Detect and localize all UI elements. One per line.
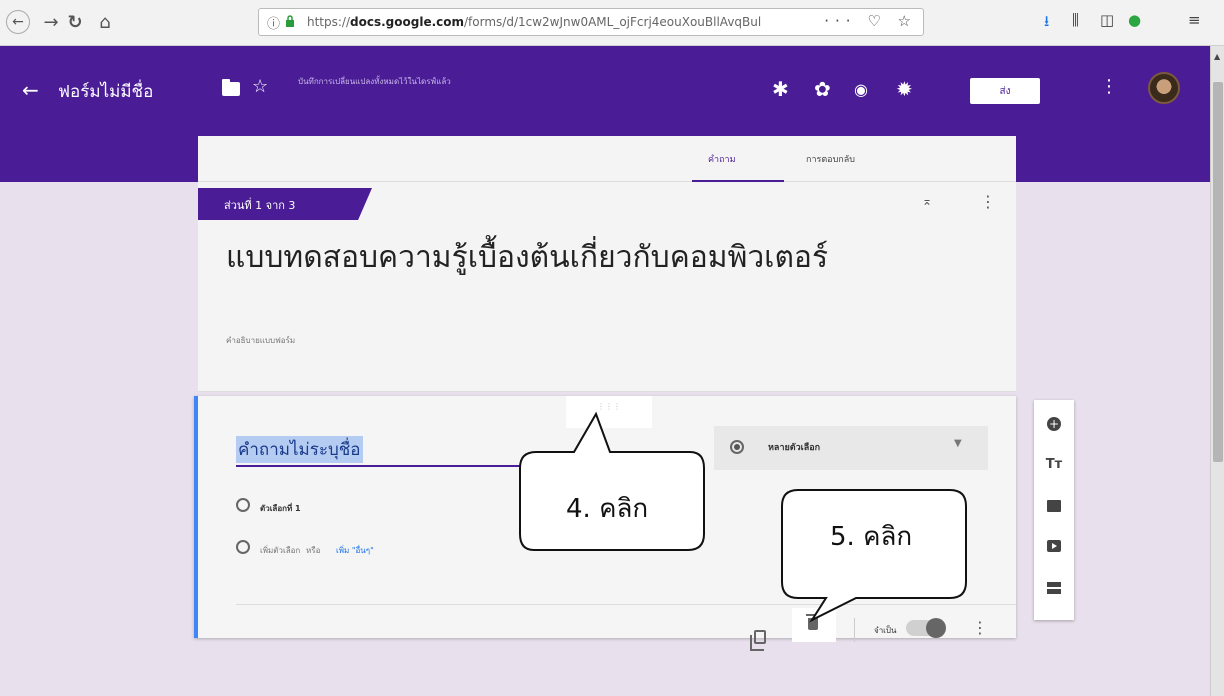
collapse-icon[interactable]: ⌅ — [922, 194, 932, 208]
radio-type-icon — [730, 440, 744, 454]
menu-icon[interactable]: ≡ — [1188, 11, 1201, 29]
or-text: หรือ — [306, 546, 321, 555]
preview-eye-icon[interactable]: ◉ — [854, 80, 868, 99]
download-icon[interactable]: ⭳ — [1044, 11, 1049, 36]
required-label: จำเป็น — [874, 626, 897, 635]
dropdown-caret-icon: ▼ — [954, 438, 962, 449]
question-type-dropdown[interactable]: หลายตัวเลือก ▼ — [714, 426, 988, 470]
back-arrow-icon[interactable]: ← — [6, 10, 30, 34]
duplicate-icon[interactable] — [750, 630, 766, 651]
star-icon[interactable]: ☆ — [252, 76, 268, 97]
add-section-icon[interactable] — [1042, 576, 1066, 600]
more-vert-icon[interactable]: ⋮ — [980, 192, 996, 211]
more-vert-icon[interactable]: ⋮ — [972, 618, 988, 637]
radio-icon — [236, 498, 250, 512]
browser-toolbar: ← → ↻ ⌂ ⓘ https://docs.google.com/forms/… — [0, 0, 1224, 46]
add-other-link[interactable]: เพิ่ม "อื่นๆ" — [336, 544, 374, 557]
tab-responses[interactable]: การตอบกลับ — [806, 152, 855, 166]
add-title-icon[interactable]: Tт — [1042, 452, 1066, 476]
url-text: https://docs.google.com/forms/d/1cw2wJnw… — [307, 15, 762, 29]
avatar[interactable] — [1148, 72, 1180, 104]
form-title[interactable]: แบบทดสอบความรู้เบื้องต้นเกี่ยวกับคอมพิวเ… — [226, 234, 828, 281]
add-image-icon[interactable] — [1042, 494, 1066, 518]
lock-icon — [286, 15, 294, 27]
question-title-input[interactable]: คำถามไม่ระบุชื่อ — [236, 436, 363, 463]
addon-puzzle-icon[interactable]: ✱ — [772, 77, 789, 101]
info-icon[interactable]: ⓘ — [267, 13, 280, 32]
form-header-card: ส่วนที่ 1 จาก 3 ⌅ ⋮ แบบทดสอบความรู้เบื้อ… — [198, 182, 1016, 392]
forward-arrow-icon[interactable]: → — [38, 9, 64, 35]
add-option-link[interactable]: เพิ่มตัวเลือก — [260, 544, 300, 557]
scroll-thumb[interactable] — [1213, 82, 1223, 462]
library-icon[interactable]: ⫼ — [1072, 11, 1079, 29]
tabs-bar: คำถาม การตอบกลับ — [198, 136, 1016, 182]
save-status: บันทึกการเปลี่ยนแปลงทั้งหมดไว้ในไดรฟ์แล้… — [298, 77, 451, 86]
callout-step-4-label: 4. คลิก — [566, 494, 649, 524]
scroll-up-icon[interactable]: ▲ — [1214, 52, 1220, 61]
address-bar[interactable]: ⓘ https://docs.google.com/forms/d/1cw2wJ… — [258, 8, 924, 36]
extension-check-icon[interactable]: ● — [1128, 11, 1141, 29]
add-video-icon[interactable] — [1042, 534, 1066, 558]
page-actions-icon[interactable]: ··· ♡ ☆ — [824, 12, 917, 30]
callout-step-5-label: 5. คลิก — [830, 522, 913, 552]
page-scrollbar[interactable]: ▲ — [1210, 46, 1224, 696]
callout-step-4 — [519, 411, 705, 551]
tab-questions[interactable]: คำถาม — [708, 152, 736, 166]
floating-toolbar: + Tт — [1034, 400, 1074, 620]
palette-icon[interactable]: ✿ — [814, 77, 831, 101]
home-icon[interactable]: ⌂ — [92, 9, 118, 35]
add-question-icon[interactable]: + — [1042, 412, 1066, 436]
form-name[interactable]: ฟอร์มไม่มีชื่อ — [58, 78, 153, 105]
question-title-underline — [236, 465, 536, 467]
send-button[interactable]: ส่ง — [970, 78, 1040, 104]
form-description[interactable]: คำอธิบายแบบฟอร์ม — [226, 334, 295, 347]
more-vert-icon[interactable]: ⋮ — [1100, 76, 1118, 97]
option-1-input[interactable]: ตัวเลือกที่ 1 — [260, 502, 301, 515]
radio-icon — [236, 540, 250, 554]
sidebar-icon[interactable]: ◫ — [1100, 11, 1114, 29]
reload-icon[interactable]: ↻ — [62, 9, 88, 35]
question-type-label: หลายตัวเลือก — [768, 443, 821, 453]
back-arrow-icon[interactable]: ← — [22, 78, 39, 102]
folder-icon[interactable] — [222, 79, 240, 96]
settings-gear-icon[interactable]: ✹ — [896, 77, 913, 101]
section-label: ส่วนที่ 1 จาก 3 — [198, 188, 372, 220]
